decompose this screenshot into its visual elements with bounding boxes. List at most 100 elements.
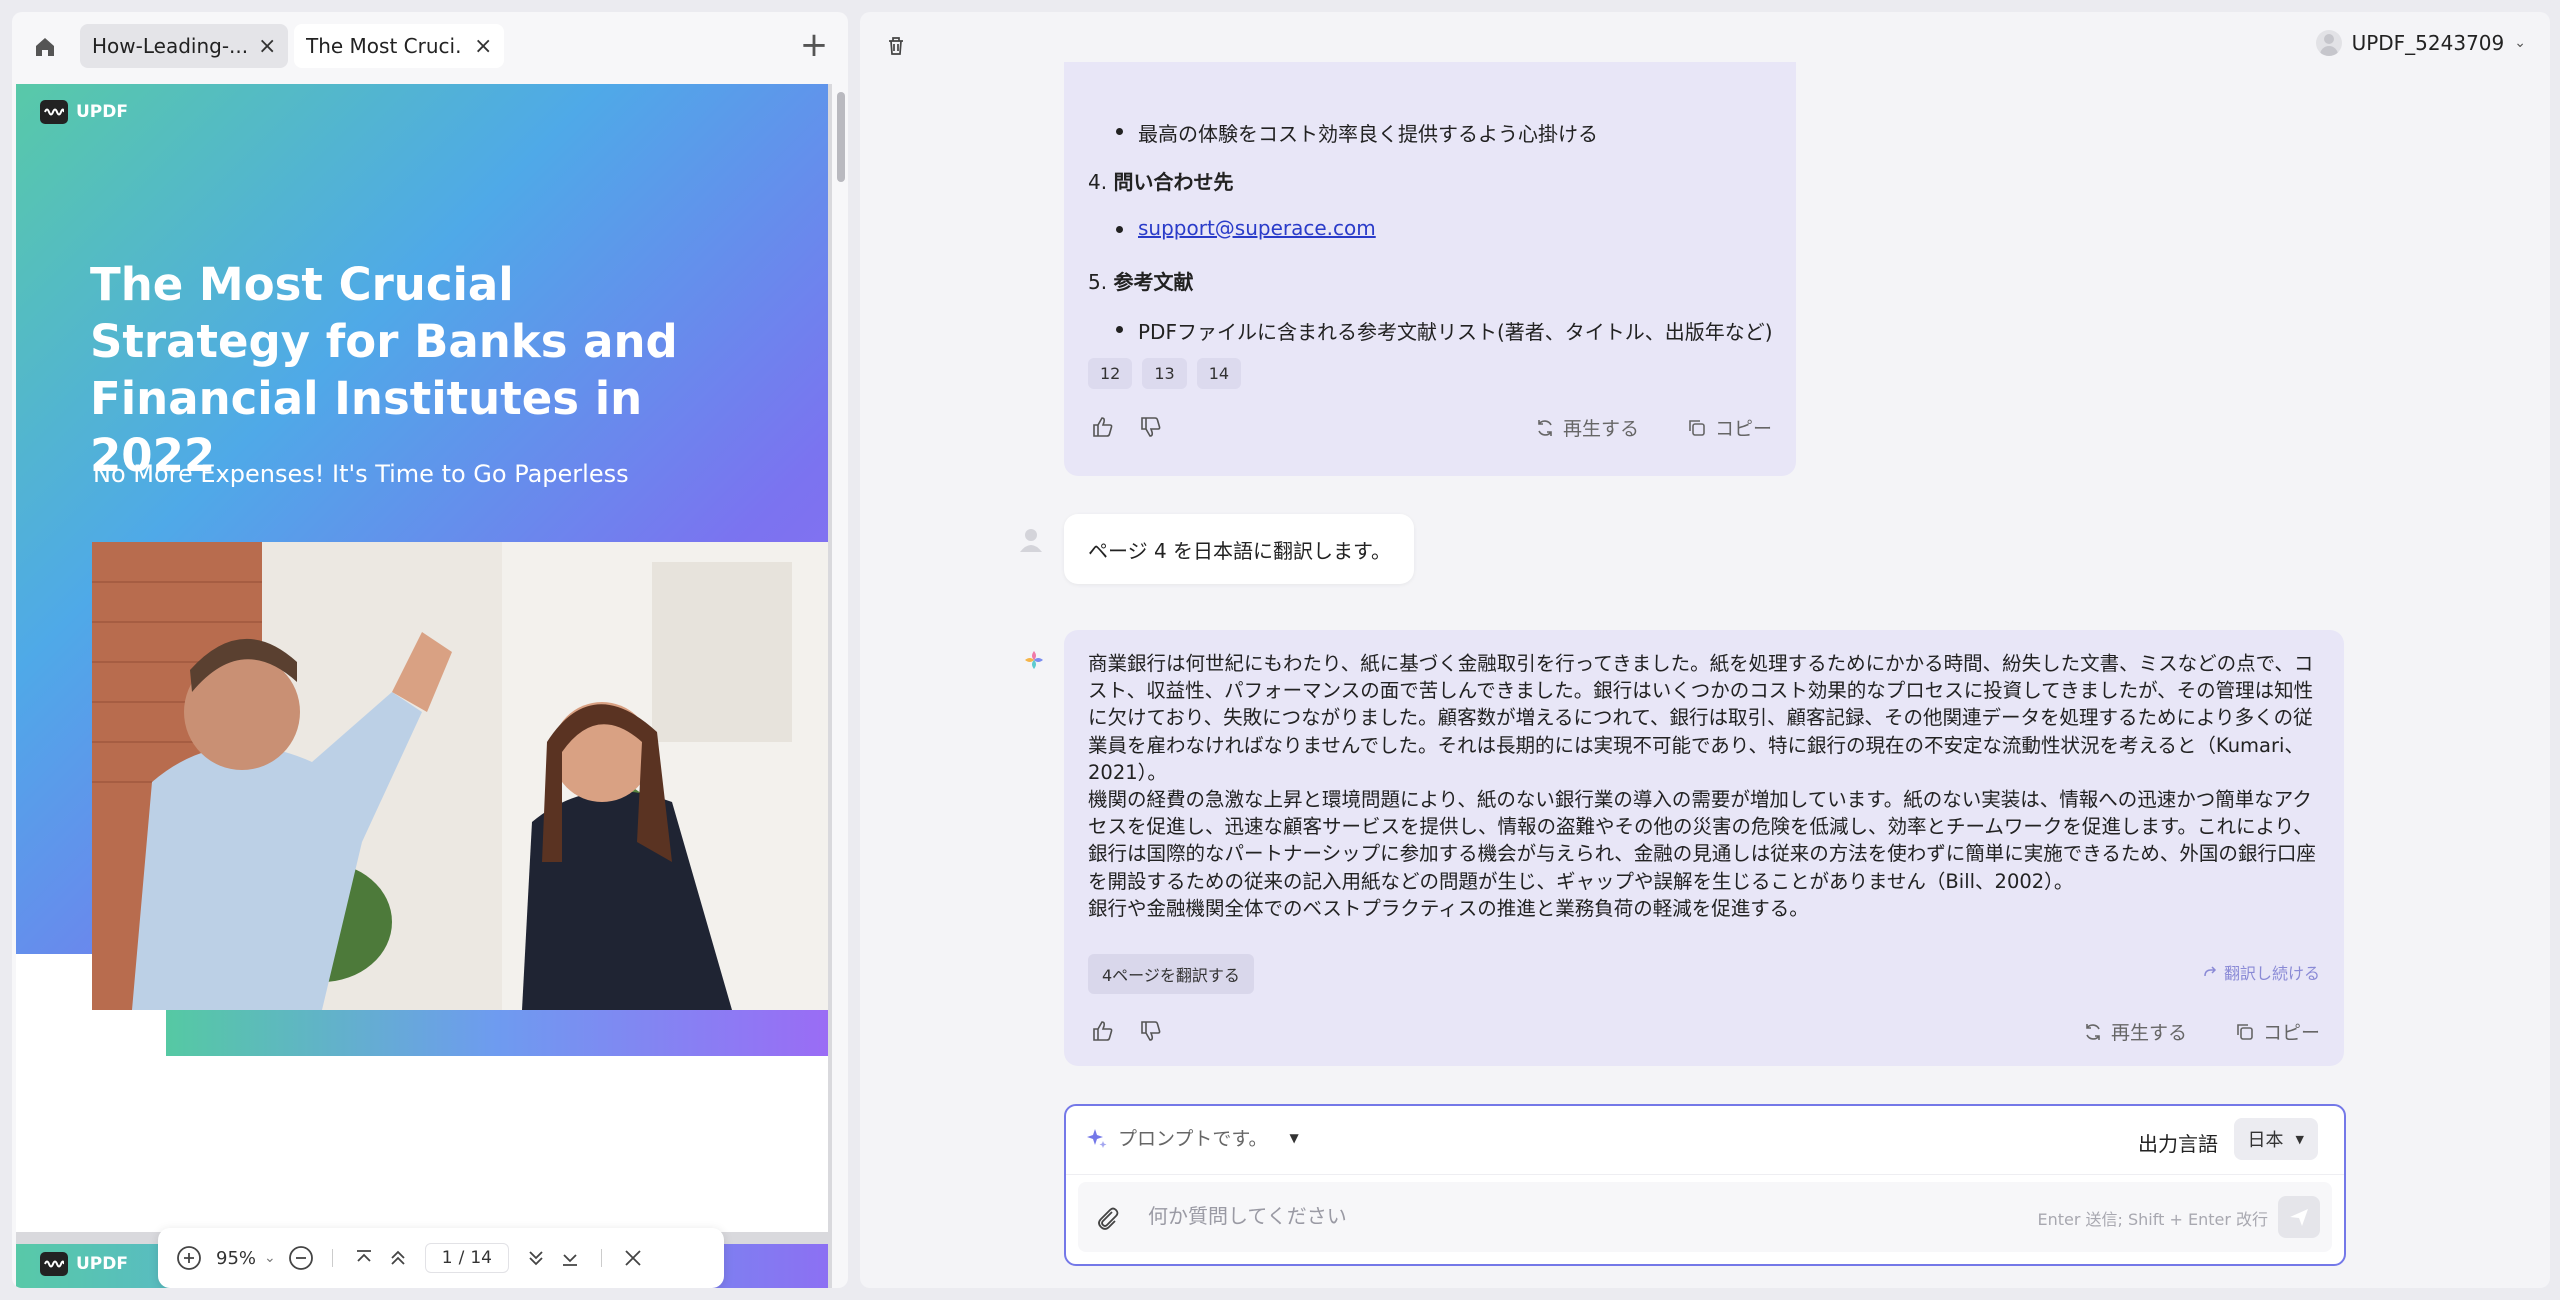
pdf-logo: UPDF bbox=[40, 1252, 128, 1276]
feedback-row bbox=[1088, 412, 1166, 442]
double-down-bar-icon bbox=[562, 1254, 577, 1266]
keyboard-hint: Enter 送信; Shift + Enter 改行 bbox=[2037, 1210, 2269, 1229]
reference-chips: 12 13 14 bbox=[1088, 358, 1242, 389]
pdf-scrollbar[interactable] bbox=[834, 84, 848, 1288]
refresh-icon bbox=[2086, 1023, 2100, 1040]
reference-chip[interactable]: 13 bbox=[1142, 358, 1187, 389]
question-input[interactable] bbox=[1148, 1196, 2028, 1236]
home-button[interactable] bbox=[30, 32, 60, 62]
total-pages: 14 bbox=[470, 1248, 492, 1268]
zoom-out-button[interactable] bbox=[284, 1241, 318, 1275]
pdf-logo-text: UPDF bbox=[76, 1254, 128, 1274]
user-avatar bbox=[1016, 524, 1046, 554]
output-language-label: 出力言語 bbox=[2138, 1132, 2218, 1156]
double-up-bar-icon bbox=[356, 1250, 371, 1262]
pdf-cover-photo bbox=[92, 542, 828, 1010]
thumbs-up-button[interactable] bbox=[1088, 412, 1118, 442]
close-toolbar-button[interactable] bbox=[616, 1241, 650, 1275]
tab-how-leading[interactable]: How-Leading-... × bbox=[80, 24, 288, 68]
first-page-button[interactable] bbox=[347, 1241, 381, 1275]
chevron-down-icon[interactable]: ⌄ bbox=[264, 1250, 276, 1266]
double-chevron-up-icon bbox=[391, 1250, 405, 1265]
avatar bbox=[2315, 30, 2342, 56]
list-number: 4. bbox=[1088, 170, 1108, 194]
copy-label: コピー bbox=[1714, 418, 1772, 440]
zoom-toolbar: 95% ⌄ 1 / 14 bbox=[158, 1228, 724, 1288]
copy-icon bbox=[1689, 419, 1705, 436]
regenerate-button[interactable]: 再生する bbox=[2083, 1018, 2187, 1045]
redo-arrow-icon bbox=[2204, 966, 2217, 977]
language-value: 日本 bbox=[2247, 1130, 2284, 1151]
zoom-level[interactable]: 95% bbox=[216, 1248, 256, 1269]
pdf-title: The Most Crucial Strategy for Banks and … bbox=[90, 258, 678, 482]
paperclip-icon bbox=[1098, 1207, 1119, 1230]
copy-button[interactable]: コピー bbox=[1687, 414, 1772, 441]
sparkle-icon bbox=[1087, 1128, 1107, 1148]
clear-chat-button[interactable] bbox=[882, 32, 910, 60]
send-button[interactable] bbox=[2278, 1196, 2320, 1238]
thumbs-up-button[interactable] bbox=[1088, 1016, 1118, 1046]
plus-icon: + bbox=[799, 25, 829, 65]
reference-chip[interactable]: 14 bbox=[1196, 358, 1242, 389]
user-message: ページ 4 を日本語に翻訳します。 bbox=[1064, 514, 1414, 584]
list-bullet: support@superace.com bbox=[1116, 216, 1376, 240]
support-email-link[interactable]: support@superace.com bbox=[1138, 216, 1376, 240]
translation-paragraph: 機関の経費の急激な上昇と環境問題により、紙のない銀行業の導入の需要が増加していま… bbox=[1088, 788, 2316, 893]
ai-assistant-icon bbox=[1022, 648, 1046, 672]
username: UPDF_5243709 bbox=[2351, 31, 2505, 55]
zoom-in-button[interactable] bbox=[172, 1241, 206, 1275]
chat-composer: プロンプトです。 ▼ 出力言語 日本 ▼ Enter 送信; Shift + E… bbox=[1064, 1104, 2346, 1266]
translate-page-button[interactable]: 4ページを翻訳する bbox=[1088, 954, 1254, 994]
translation-paragraph: 商業銀行は何世紀にもわたり、紙に基づく金融取引を行ってきました。紙を処理するため… bbox=[1088, 652, 2314, 784]
ai-message: 商業銀行は何世紀にもわたり、紙に基づく金融取引を行ってきました。紙を処理するため… bbox=[1064, 630, 2344, 1066]
feedback-row bbox=[1088, 1016, 1166, 1046]
divider bbox=[600, 1249, 602, 1267]
last-page-button[interactable] bbox=[553, 1241, 587, 1275]
scrollbar-thumb[interactable] bbox=[837, 92, 845, 182]
attach-button[interactable] bbox=[1094, 1204, 1122, 1232]
home-icon bbox=[36, 38, 54, 56]
current-page[interactable]: 1 bbox=[442, 1248, 453, 1268]
prompt-label: プロンプトです。 bbox=[1118, 1128, 1268, 1150]
refresh-icon bbox=[1538, 419, 1552, 436]
message-actions: 再生する コピー bbox=[2083, 1018, 2320, 1045]
tab-label: How-Leading-... bbox=[92, 34, 246, 58]
pdf-page-1: UPDF The Most Crucial Strategy for Banks… bbox=[16, 84, 828, 1232]
list-item: 4. 問い合わせ先 bbox=[1088, 166, 1233, 195]
close-icon[interactable]: × bbox=[258, 34, 276, 59]
user-menu[interactable]: UPDF_5243709 ⌄ bbox=[2315, 30, 2526, 56]
thumbs-up-icon bbox=[1093, 417, 1113, 437]
pdf-canvas[interactable]: UPDF The Most Crucial Strategy for Banks… bbox=[16, 84, 832, 1288]
updf-logo-icon bbox=[40, 100, 68, 124]
thumbs-down-button[interactable] bbox=[1136, 412, 1166, 442]
next-page-button[interactable] bbox=[519, 1241, 553, 1275]
new-tab-button[interactable]: + bbox=[798, 28, 830, 62]
caret-down-icon: ▼ bbox=[2295, 1132, 2304, 1146]
send-icon bbox=[2290, 1209, 2308, 1226]
thumbs-down-button[interactable] bbox=[1136, 1016, 1166, 1046]
thumbs-down-icon bbox=[1141, 417, 1161, 437]
prompt-selector[interactable]: プロンプトです。 ▼ bbox=[1086, 1124, 1299, 1151]
close-icon[interactable]: × bbox=[474, 34, 492, 59]
thumbs-down-icon bbox=[1141, 1021, 1161, 1041]
translation-paragraph: 銀行や金融機関全体でのベストプラクティスの推進と業務負荷の軽減を促進する。 bbox=[1088, 896, 1809, 920]
list-item: 5. 参考文献 bbox=[1088, 266, 1193, 295]
page-indicator[interactable]: 1 / 14 bbox=[424, 1243, 509, 1273]
previous-page-button[interactable] bbox=[381, 1241, 415, 1275]
copy-button[interactable]: コピー bbox=[2235, 1018, 2320, 1045]
double-chevron-down-icon bbox=[529, 1251, 543, 1266]
continue-label: 翻訳し続ける bbox=[2223, 964, 2320, 983]
continue-translation-button[interactable]: 翻訳し続ける bbox=[2202, 960, 2320, 984]
regenerate-button[interactable]: 再生する bbox=[1535, 414, 1639, 441]
ai-message: 最高の体験をコスト効率良く提供するよう心掛ける 4. 問い合わせ先 suppor… bbox=[1064, 62, 1796, 476]
copy-icon bbox=[2237, 1023, 2253, 1040]
zoom-out-icon bbox=[288, 1246, 313, 1270]
reference-chip[interactable]: 12 bbox=[1088, 358, 1133, 389]
list-number: 5. bbox=[1088, 270, 1108, 294]
output-language-select[interactable]: 日本 ▼ bbox=[2233, 1118, 2318, 1160]
list-bullet: 最高の体験をコスト効率良く提供するよう心掛ける bbox=[1116, 118, 1598, 147]
tab-the-most-crucial[interactable]: The Most Cruci... × bbox=[294, 24, 504, 68]
pdf-logo: UPDF bbox=[40, 100, 128, 124]
chevron-down-icon: ⌄ bbox=[2514, 35, 2526, 51]
pdf-viewer-pane: How-Leading-... × The Most Cruci... × + … bbox=[12, 12, 848, 1288]
